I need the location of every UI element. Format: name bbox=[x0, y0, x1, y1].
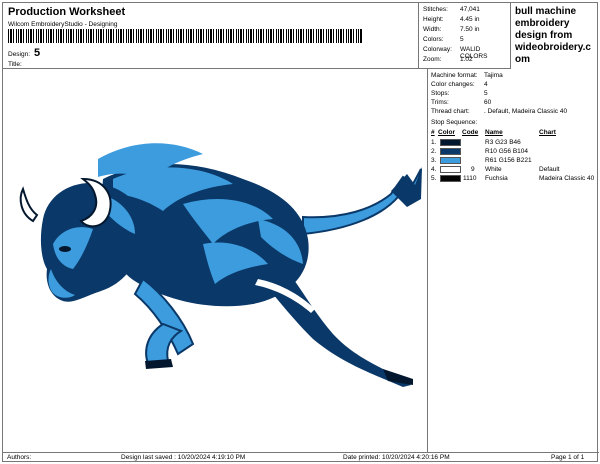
design-row: Design: 5 bbox=[8, 47, 40, 59]
footer: Authors: Design last saved : 10/20/2024 … bbox=[3, 453, 599, 463]
barcode bbox=[8, 29, 363, 43]
design-preview bbox=[3, 69, 428, 453]
page-number: Page 1 of 1 bbox=[551, 454, 585, 461]
authors-label: Authors: bbox=[7, 454, 32, 461]
promo-text: bull machine embroidery design from wide… bbox=[515, 6, 597, 66]
color-swatch bbox=[440, 157, 461, 164]
header-code: Code bbox=[462, 129, 479, 136]
promo-line: design from bbox=[515, 30, 573, 41]
color-swatch bbox=[440, 148, 461, 155]
stats-panel: Stitches: 47,041 Height: 4.45 in Width: 7.5… bbox=[419, 3, 511, 69]
page-title: Production Worksheet bbox=[8, 6, 126, 18]
design-value: 5 bbox=[34, 47, 41, 59]
promo-line: wideobroidery.c bbox=[515, 42, 591, 53]
promo-line: om bbox=[515, 54, 530, 65]
stop-row: 1. R3 G23 B46 bbox=[431, 139, 521, 146]
promo-line: bull machine bbox=[515, 6, 577, 17]
stop-row: 2. R10 G56 B104 bbox=[431, 148, 529, 155]
software-label: Wilcom EmbroideryStudio - Designing bbox=[8, 21, 118, 28]
date-printed: Date printed: 10/20/2024 4:20:16 PM bbox=[343, 454, 450, 461]
header-panel: Production Worksheet Wilcom EmbroiderySt… bbox=[3, 3, 419, 69]
promo-line: embroidery bbox=[515, 18, 570, 29]
last-saved: Design last saved : 10/20/2024 4:19:10 P… bbox=[121, 454, 246, 461]
color-swatch bbox=[440, 175, 461, 182]
stop-row: 5. 1110 Fuchsia Madeira Classic 40 bbox=[431, 175, 595, 182]
header-name: Name bbox=[485, 129, 503, 136]
stop-row: 3. R61 G156 B221 bbox=[431, 157, 532, 164]
color-swatch bbox=[440, 139, 461, 146]
stop-sequence-title: Stop Sequence: bbox=[431, 119, 478, 126]
design-label: Design: bbox=[8, 51, 31, 58]
info-panel: Machine format: Tajima Color changes: 4 St… bbox=[428, 69, 599, 453]
worksheet: Production Worksheet Wilcom EmbroiderySt… bbox=[2, 2, 599, 463]
color-swatch bbox=[440, 166, 461, 173]
stop-row: 4. 9 White Default bbox=[431, 166, 560, 173]
header-chart: Chart bbox=[539, 129, 556, 136]
title-label: Title: bbox=[8, 61, 22, 68]
header-color: Color bbox=[438, 129, 455, 136]
header-num: # bbox=[431, 129, 435, 136]
title-row: Title: bbox=[8, 61, 22, 68]
bison-embroidery-image bbox=[19, 143, 422, 387]
